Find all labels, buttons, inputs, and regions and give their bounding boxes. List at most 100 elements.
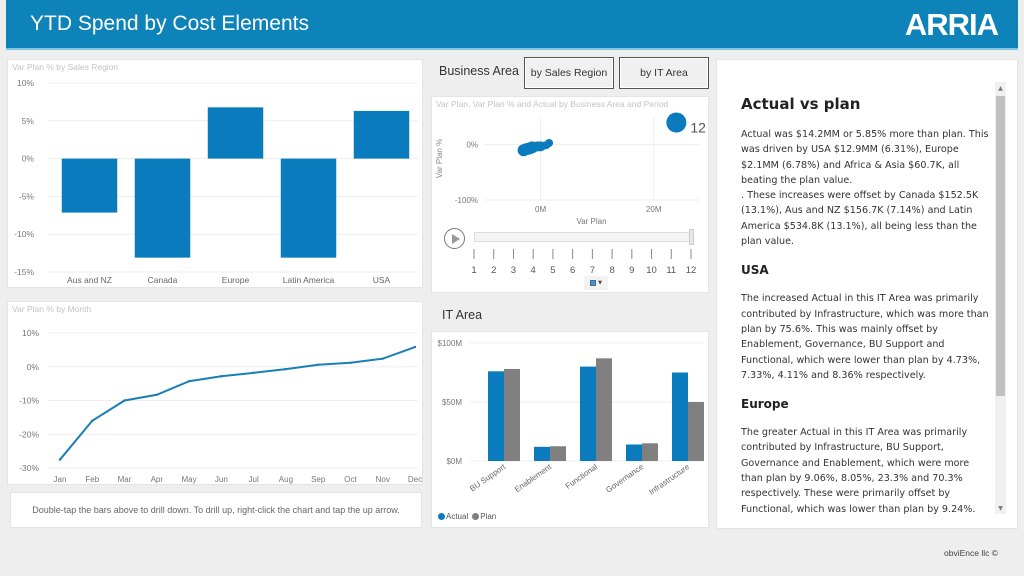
data-point <box>349 361 352 364</box>
bar-actual[interactable] <box>580 366 596 461</box>
scatter-chart[interactable]: 0%-100%0M 20MVar PlanVar Plan %121 2 3 4 5 6 7 8… <box>432 97 710 294</box>
chevron-down-icon: ▼ <box>598 280 602 286</box>
x-tick-label: Dec <box>408 475 422 484</box>
y-tick-label: $100M <box>438 339 463 348</box>
play-axis-tick-label: 1 <box>471 265 476 276</box>
filter-dropdown[interactable]: ▼ <box>584 276 608 290</box>
it-area-legend: Actual Plan <box>438 512 496 521</box>
it-area-chart-panel[interactable]: $100M $50M $0M BU Support Enablement Function… <box>431 331 709 528</box>
legend-plan-label: Plan <box>480 512 497 521</box>
region-bar-chart[interactable]: 10% 5% 0% -5% -10% -15% Aus and NZ Canada Europe… <box>8 60 424 289</box>
x-tick-label: Europe <box>222 275 250 285</box>
by-it-area-button[interactable]: by IT Area <box>619 57 709 89</box>
period-slider[interactable] <box>474 229 694 245</box>
period-slider-handle[interactable] <box>689 229 694 245</box>
play-button[interactable] <box>444 228 465 249</box>
scroll-down-arrow-icon[interactable]: ▼ <box>995 502 1006 514</box>
x-tick-label: Feb <box>85 475 99 484</box>
y-tick-label: 0% <box>466 141 478 150</box>
bar-actual[interactable] <box>534 446 550 461</box>
bar-actual[interactable] <box>488 371 504 461</box>
narrative-scrollbar[interactable]: ▲ ▼ <box>995 82 1006 514</box>
y-tick-label: -30% <box>19 463 39 473</box>
x-tick-label: Aus and NZ <box>67 275 112 285</box>
y-tick-label: 0% <box>22 154 35 164</box>
data-point <box>413 345 417 349</box>
month-chart-panel[interactable]: Var Plan % by Month 10% 0% -10% -20% -30% Jan… <box>7 301 423 485</box>
y-tick-label: 5% <box>22 116 35 126</box>
data-point <box>381 357 384 360</box>
x-tick-label: Functional <box>564 462 600 491</box>
scroll-up-arrow-icon[interactable]: ▲ <box>995 82 1006 94</box>
header-bar: YTD Spend by Cost Elements ARRIA <box>6 0 1018 50</box>
arria-logo: ARRIA <box>904 7 999 42</box>
footer-credit: obviEnce llc © <box>944 548 998 558</box>
play-axis-tick-label: 3 <box>511 265 516 276</box>
data-point <box>252 371 255 375</box>
bar-plan[interactable] <box>596 358 612 461</box>
narrative-panel[interactable]: Actual vs plan Actual was $14.2MM or 5.8… <box>716 59 1018 529</box>
x-tick-label: Jul <box>249 475 259 484</box>
region-chart-panel[interactable]: Var Plan % by Sales Region 10% 5% 0% -5% -10… <box>7 59 423 288</box>
y-tick-label: $0M <box>446 457 462 466</box>
bar-plan[interactable] <box>550 446 566 461</box>
bar[interactable] <box>280 158 337 258</box>
it-area-label: IT Area <box>442 308 483 322</box>
x-tick-label: Apr <box>151 475 164 484</box>
y-tick-label: 10% <box>17 78 34 88</box>
period-label: 12 <box>690 120 706 136</box>
scrollbar-thumb[interactable] <box>996 96 1005 396</box>
play-axis-tick-label: 8 <box>609 265 614 276</box>
narrative-section-heading-europe: Europe <box>741 397 789 412</box>
play-axis-tick-label: 12 <box>686 265 697 276</box>
narrative-section-heading-usa: USA <box>741 263 769 278</box>
bar-plan[interactable] <box>504 368 520 461</box>
drill-instructions: Double-tap the bars above to drill down.… <box>10 492 422 528</box>
play-axis-tick-label: 11 <box>666 265 676 276</box>
bar-actual[interactable] <box>672 372 688 462</box>
scatter-chart-panel[interactable]: Var Plan, Var Plan % and Actual by Busin… <box>431 96 709 293</box>
bar-plan[interactable] <box>642 443 658 461</box>
month-line-chart[interactable]: 10% 0% -10% -20% -30% Jan Feb Mar Apr May Jun Jul Au… <box>8 302 424 486</box>
play-axis-tick-label: 7 <box>590 265 595 276</box>
y-tick-label: -5% <box>19 191 35 201</box>
it-area-bar-chart[interactable]: $100M $50M $0M BU Support Enablement Function… <box>432 332 710 529</box>
x-tick-label: Governance <box>604 462 645 495</box>
x-tick-label: Jun <box>215 475 228 484</box>
x-axis-label: Var Plan <box>576 217 606 226</box>
bar[interactable] <box>61 158 118 213</box>
y-tick-label: 10% <box>22 328 39 338</box>
bar[interactable] <box>207 107 264 159</box>
y-tick-label: -10% <box>14 229 34 239</box>
x-tick-label: Enablement <box>513 462 554 494</box>
color-swatch-icon <box>590 280 597 286</box>
by-sales-region-button[interactable]: by Sales Region <box>524 57 614 89</box>
play-axis-tick-label: 4 <box>531 265 536 276</box>
business-area-label: Business Area <box>439 64 519 78</box>
y-axis-label: Var Plan % <box>435 139 444 178</box>
data-point <box>58 458 62 461</box>
scatter-point[interactable] <box>545 139 554 148</box>
narrative-content: Actual vs plan Actual was $14.2MM or 5.8… <box>741 95 991 517</box>
page-title: YTD Spend by Cost Elements <box>30 12 309 35</box>
bar-plan[interactable] <box>688 402 704 461</box>
y-tick-label: 0% <box>27 362 40 372</box>
bar[interactable] <box>134 158 191 258</box>
narrative-section-text-europe: The greater Actual in this IT Area was p… <box>741 427 976 515</box>
y-tick-label: $50M <box>442 398 462 407</box>
narrative-section-text-usa: The increased Actual in this IT Area was… <box>741 293 989 381</box>
x-tick-label: Latin America <box>283 275 335 285</box>
data-point <box>187 380 191 383</box>
x-tick-label: May <box>182 475 197 484</box>
legend-item-actual[interactable]: Actual <box>438 512 468 521</box>
x-tick-label: Mar <box>118 475 132 484</box>
play-axis-tick-label: 10 <box>646 265 657 276</box>
legend-item-plan[interactable]: Plan <box>472 512 496 521</box>
data-point <box>155 393 159 396</box>
x-tick-label: Jan <box>54 475 67 484</box>
bar-actual[interactable] <box>626 444 642 461</box>
bar[interactable] <box>353 110 410 159</box>
line-series[interactable] <box>59 346 416 461</box>
scatter-point[interactable] <box>666 112 687 133</box>
legend-plan-dot-icon <box>472 513 480 520</box>
